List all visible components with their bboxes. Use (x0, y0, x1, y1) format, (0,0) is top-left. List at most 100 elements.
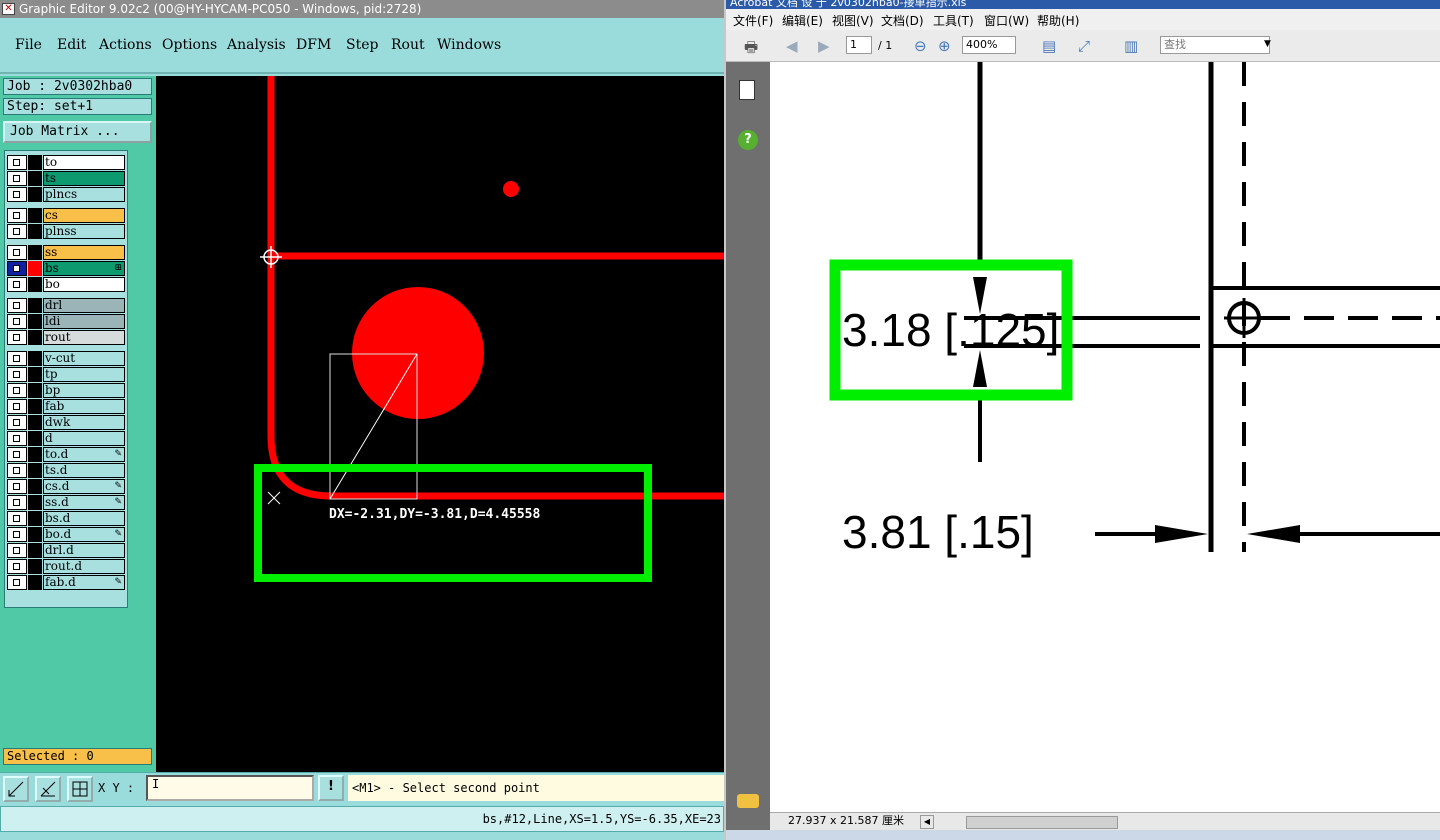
layer-name[interactable]: bs ⊞ (43, 261, 125, 276)
layer-name[interactable]: bo.d ✎ (43, 527, 125, 542)
layer-row[interactable]: drl (7, 298, 125, 313)
search-dropdown-icon[interactable]: ▼ (1264, 39, 1271, 49)
pages-icon[interactable] (739, 80, 755, 100)
layer-visibility-checkbox[interactable] (7, 511, 27, 526)
layer-visibility-checkbox[interactable] (7, 415, 27, 430)
layer-visibility-checkbox[interactable] (7, 245, 27, 260)
layer-row[interactable]: drl.d (7, 543, 125, 558)
menu-dfm[interactable]: DFM (296, 37, 331, 53)
layer-affected-toggle[interactable] (28, 351, 42, 366)
document-view[interactable]: 3.18 [.125] 3.81 [.15] (770, 62, 1440, 812)
layer-name[interactable]: bp (43, 383, 125, 398)
menu-view-cn[interactable]: 视图(V) (832, 12, 874, 29)
layer-affected-toggle[interactable] (28, 261, 42, 276)
layer-row[interactable]: plncs (7, 187, 125, 202)
layer-affected-toggle[interactable] (28, 431, 42, 446)
layer-name[interactable]: ldi (43, 314, 125, 329)
menu-actions[interactable]: Actions (99, 37, 152, 53)
menu-document-cn[interactable]: 文档(D) (881, 12, 924, 29)
layer-affected-toggle[interactable] (28, 383, 42, 398)
xy-input[interactable]: I (146, 775, 314, 801)
layer-row[interactable]: ldi (7, 314, 125, 329)
menu-edit[interactable]: Edit (57, 37, 86, 53)
layer-name[interactable]: bo (43, 277, 125, 292)
layer-row[interactable]: bp (7, 383, 125, 398)
zoom-select[interactable]: 400% (962, 36, 1016, 54)
layer-row[interactable]: rout.d (7, 559, 125, 574)
layer-visibility-checkbox[interactable] (7, 314, 27, 329)
menu-help-cn[interactable]: 帮助(H) (1037, 12, 1079, 29)
layer-name[interactable]: ss (43, 245, 125, 260)
layer-visibility-checkbox[interactable] (7, 447, 27, 462)
layer-affected-toggle[interactable] (28, 187, 42, 202)
layer-visibility-checkbox[interactable] (7, 575, 27, 590)
menu-edit-cn[interactable]: 编辑(E) (782, 12, 823, 29)
layer-affected-toggle[interactable] (28, 155, 42, 170)
layer-row[interactable]: bs ⊞ (7, 261, 125, 276)
layer-affected-toggle[interactable] (28, 463, 42, 478)
fit-width-icon[interactable]: ⤢ (1078, 37, 1090, 55)
menu-window-cn[interactable]: 窗口(W) (984, 12, 1029, 29)
layer-name[interactable]: drl.d (43, 543, 125, 558)
layer-row[interactable]: cs (7, 208, 125, 223)
next-page-icon[interactable]: ▶ (818, 37, 830, 55)
menu-step[interactable]: Step (346, 37, 378, 53)
layer-name[interactable]: drl (43, 298, 125, 313)
layer-row[interactable]: plnss (7, 224, 125, 239)
horizontal-scrollbar[interactable] (966, 816, 1118, 829)
layer-affected-toggle[interactable] (28, 447, 42, 462)
layer-affected-toggle[interactable] (28, 367, 42, 382)
layer-visibility-checkbox[interactable] (7, 277, 27, 292)
layer-row[interactable]: d (7, 431, 125, 446)
layer-name[interactable]: ss.d ✎ (43, 495, 125, 510)
layer-row[interactable]: bo (7, 277, 125, 292)
print-icon[interactable]: 🖶 (744, 37, 758, 62)
layer-row[interactable]: cs.d ✎ (7, 479, 125, 494)
layer-name[interactable]: d (43, 431, 125, 446)
graphic-canvas[interactable]: DX=-2.31,DY=-3.81,D=4.45558 (156, 76, 724, 772)
layer-name[interactable]: to (43, 155, 125, 170)
layer-affected-toggle[interactable] (28, 559, 42, 574)
menu-options[interactable]: Options (162, 37, 217, 53)
layer-affected-toggle[interactable] (28, 208, 42, 223)
layer-visibility-checkbox[interactable] (7, 527, 27, 542)
page-layout-icon[interactable]: ▥ (1124, 37, 1138, 55)
layer-name[interactable]: fab (43, 399, 125, 414)
exclaim-button[interactable]: ! (318, 775, 344, 801)
layer-row[interactable]: bo.d ✎ (7, 527, 125, 542)
layer-affected-toggle[interactable] (28, 277, 42, 292)
layer-visibility-checkbox[interactable] (7, 171, 27, 186)
help-icon[interactable]: ? (738, 130, 758, 150)
layer-visibility-checkbox[interactable] (7, 479, 27, 494)
layer-affected-toggle[interactable] (28, 298, 42, 313)
layer-affected-toggle[interactable] (28, 495, 42, 510)
layer-row[interactable]: tp (7, 367, 125, 382)
layer-affected-toggle[interactable] (28, 527, 42, 542)
layer-row[interactable]: bs.d (7, 511, 125, 526)
layer-name[interactable]: rout.d (43, 559, 125, 574)
layer-name[interactable]: dwk (43, 415, 125, 430)
layer-name[interactable]: ts.d (43, 463, 125, 478)
measure-tool-button[interactable] (35, 776, 61, 802)
layer-visibility-checkbox[interactable] (7, 495, 27, 510)
layer-affected-toggle[interactable] (28, 224, 42, 239)
page-number-input[interactable]: 1 (846, 36, 872, 54)
layer-affected-toggle[interactable] (28, 575, 42, 590)
menu-file-cn[interactable]: 文件(F) (733, 12, 773, 29)
layer-affected-toggle[interactable] (28, 314, 42, 329)
layer-visibility-checkbox[interactable] (7, 399, 27, 414)
layer-visibility-checkbox[interactable] (7, 559, 27, 574)
layer-visibility-checkbox[interactable] (7, 224, 27, 239)
layer-affected-toggle[interactable] (28, 415, 42, 430)
layer-row[interactable]: rout (7, 330, 125, 345)
menu-file[interactable]: File (15, 37, 42, 53)
layer-row[interactable]: to.d ✎ (7, 447, 125, 462)
layer-row[interactable]: to (7, 155, 125, 170)
layer-visibility-checkbox[interactable] (7, 367, 27, 382)
layer-visibility-checkbox[interactable] (7, 383, 27, 398)
zoom-out-icon[interactable]: ⊖ (914, 37, 927, 55)
layer-affected-toggle[interactable] (28, 245, 42, 260)
menu-windows[interactable]: Windows (437, 37, 501, 53)
layer-visibility-checkbox[interactable] (7, 187, 27, 202)
layer-name[interactable]: cs.d ✎ (43, 479, 125, 494)
